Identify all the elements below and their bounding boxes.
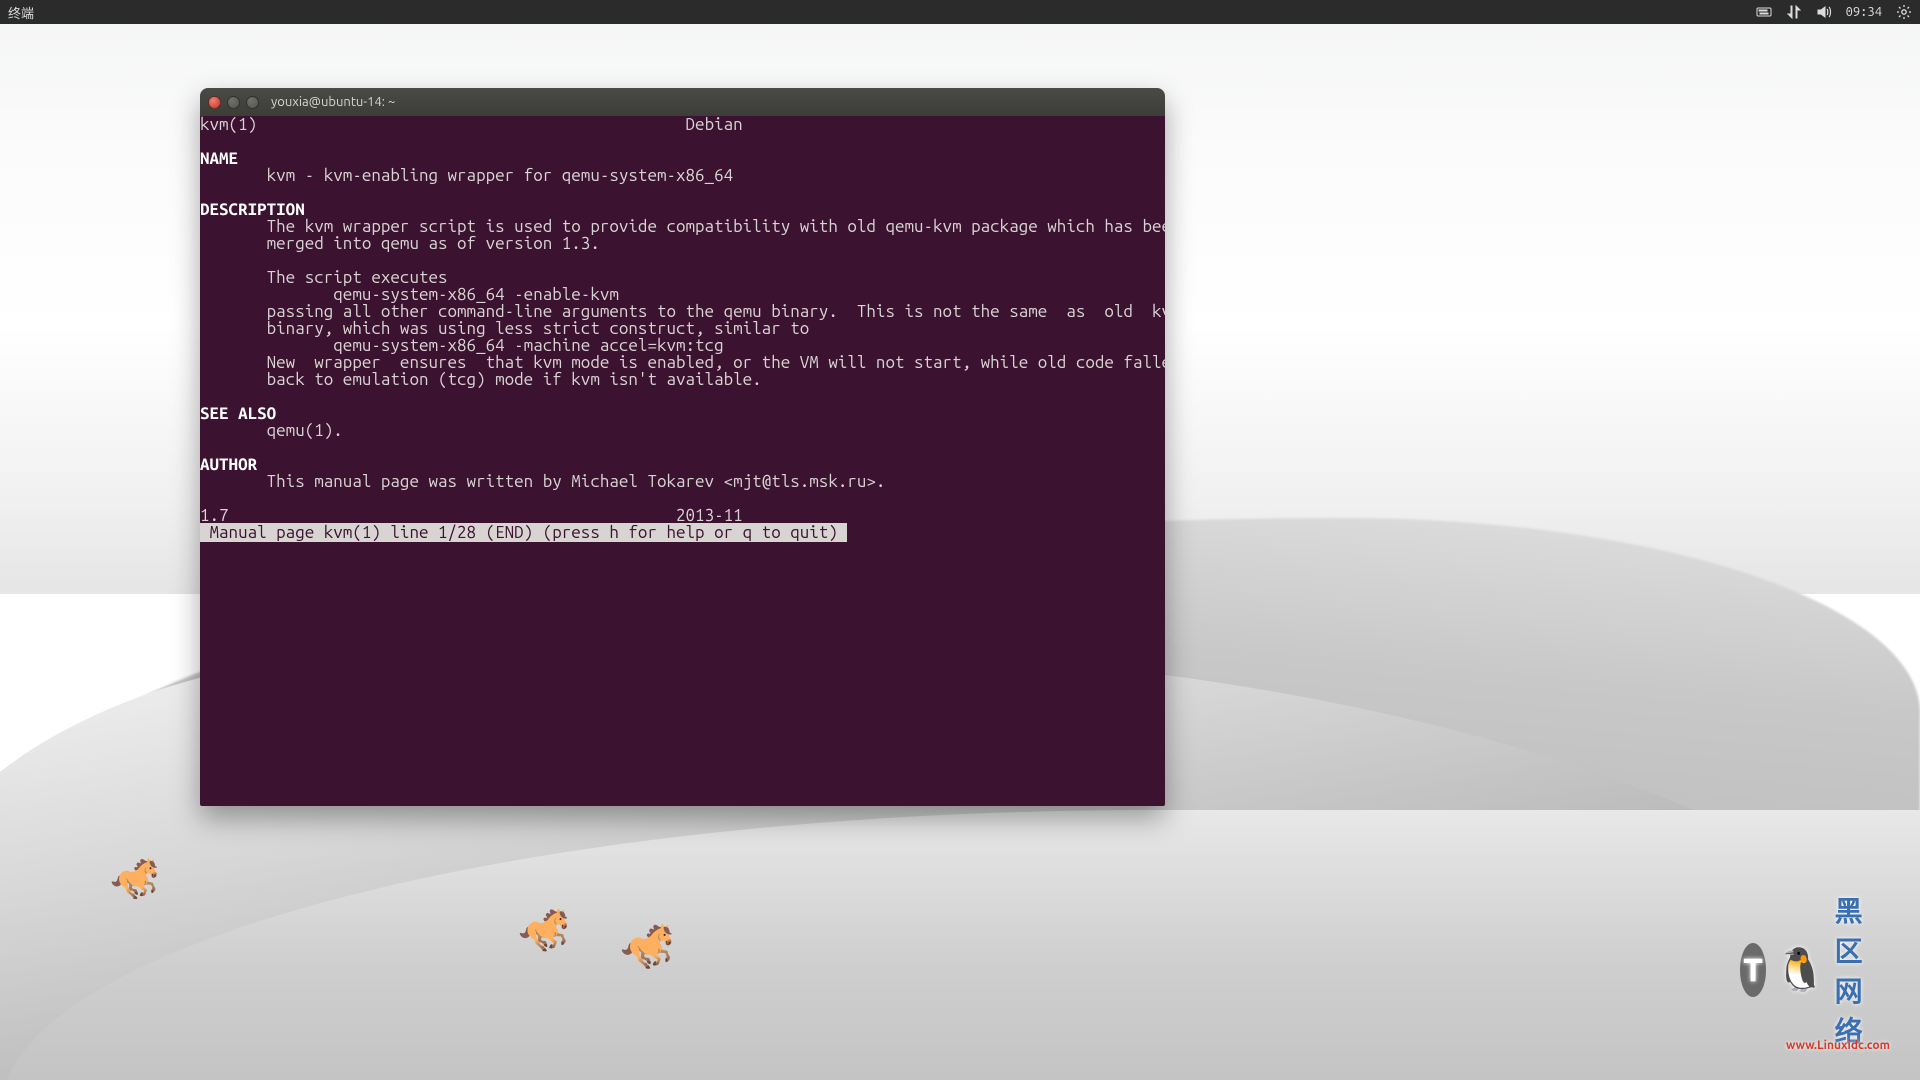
man-seealso-line: qemu(1). [200, 421, 343, 440]
sound-icon[interactable] [1816, 4, 1832, 20]
man-header-center: Debian [686, 115, 743, 134]
wallpaper-horse-icon: 🐎 [110, 855, 160, 902]
man-desc-line: merged into qemu as of version 1.3. [200, 234, 600, 253]
close-button[interactable] [208, 96, 221, 109]
man-status-line: Manual page kvm(1) line 1/28 (END) (pres… [200, 523, 847, 542]
man-desc-line: back to emulation (tcg) mode if kvm isn'… [200, 370, 762, 389]
tux-icon: 🐧 [1774, 945, 1826, 995]
watermark-url: www.Linuxidc.com [1786, 1039, 1890, 1052]
wallpaper-horse-icon: 🐎 [518, 905, 570, 955]
man-name-line: kvm - kvm-enabling wrapper for qemu-syst… [200, 166, 733, 185]
panel-clock[interactable]: 09:34 [1846, 5, 1882, 19]
man-header-spacer2 [743, 115, 1165, 134]
maximize-button[interactable] [246, 96, 259, 109]
gear-icon[interactable] [1896, 4, 1912, 20]
window-title: youxia@ubuntu-14: ~ [271, 95, 395, 109]
network-icon[interactable] [1786, 4, 1802, 20]
keyboard-icon[interactable] [1756, 4, 1772, 20]
wallpaper-horse-icon: 🐎 [620, 920, 675, 972]
top-panel: 终端 09:34 [0, 0, 1920, 24]
terminal-window: youxia@ubuntu-14: ~ kvm(1) Debian kvm(1)… [200, 88, 1165, 806]
panel-app-menu[interactable]: 终端 [8, 3, 34, 22]
man-header-spacer [257, 115, 685, 134]
minimize-button[interactable] [227, 96, 240, 109]
man-author-line: This manual page was written by Michael … [200, 472, 885, 491]
window-titlebar[interactable]: youxia@ubuntu-14: ~ [200, 88, 1165, 116]
watermark-badge-icon: T [1740, 943, 1767, 997]
terminal-body[interactable]: kvm(1) Debian kvm(1) NAME kvm - kvm-enab… [200, 116, 1165, 806]
watermark-text: 黑区网络 [1835, 890, 1890, 1050]
man-header-left: kvm(1) [200, 115, 257, 134]
